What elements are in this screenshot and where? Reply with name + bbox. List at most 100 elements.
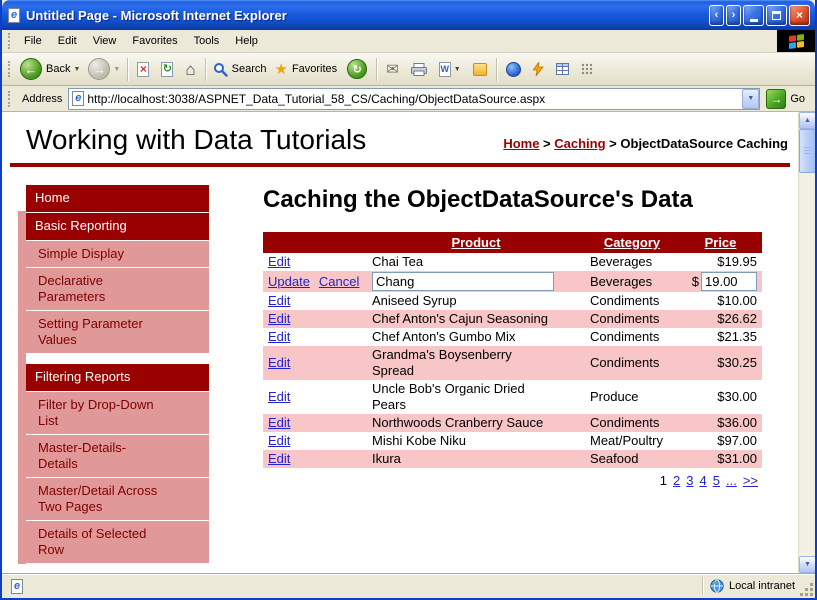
- sort-link-category[interactable]: Category: [604, 235, 660, 250]
- menu-grip[interactable]: [8, 33, 12, 49]
- lightning-icon: [533, 62, 544, 76]
- pager-page-2[interactable]: 2: [673, 473, 680, 488]
- pager-page-3[interactable]: 3: [686, 473, 693, 488]
- product-cell: Mishi Kobe Niku: [367, 432, 585, 450]
- edit-link[interactable]: Edit: [268, 415, 290, 430]
- menu-view[interactable]: View: [85, 31, 125, 51]
- address-grip[interactable]: [8, 91, 12, 107]
- cancel-link[interactable]: Cancel: [319, 274, 359, 289]
- update-link[interactable]: Update: [268, 274, 310, 289]
- home-button[interactable]: ⌂: [179, 61, 201, 78]
- menu-help[interactable]: Help: [227, 31, 266, 51]
- edit-link[interactable]: Edit: [268, 433, 290, 448]
- maximize-icon: [772, 11, 781, 20]
- sidebar-item-setting-parameter-values[interactable]: Setting Parameter Values: [26, 311, 209, 353]
- product-name: Aniseed Syrup: [372, 293, 457, 308]
- refresh-icon: ↻: [161, 62, 173, 77]
- pager-ellipsis[interactable]: ...: [726, 473, 737, 488]
- pager-page-1: 1: [660, 473, 667, 488]
- product-name: Chef Anton's Gumbo Mix: [372, 329, 515, 344]
- print-button[interactable]: [405, 63, 433, 76]
- breadcrumb-home[interactable]: Home: [503, 136, 539, 151]
- menu-edit[interactable]: Edit: [50, 31, 85, 51]
- back-dropdown-icon[interactable]: ▼: [73, 66, 80, 73]
- unit-price-input[interactable]: [701, 272, 757, 291]
- product-cell: Uncle Bob's Organic Dried Pears: [367, 380, 585, 414]
- product-name-input[interactable]: [372, 272, 554, 291]
- action-cell: Edit: [263, 292, 367, 310]
- sort-link-product[interactable]: Product: [451, 235, 500, 250]
- forward-button[interactable]: → ▼: [84, 58, 124, 80]
- sidebar-item-details-of-selected-row[interactable]: Details of Selected Row: [26, 521, 209, 563]
- address-input[interactable]: [84, 90, 742, 108]
- minimize-button[interactable]: [743, 5, 764, 26]
- sidebar-item-declarative-parameters[interactable]: Declarative Parameters: [26, 268, 209, 310]
- refresh-button[interactable]: ↻: [155, 62, 179, 77]
- go-button[interactable]: → Go: [766, 89, 805, 109]
- address-field[interactable]: e ▼: [68, 88, 760, 110]
- scroll-thumb[interactable]: [799, 129, 816, 173]
- status-message-area: [28, 577, 702, 595]
- breadcrumb-caching[interactable]: Caching: [554, 136, 605, 151]
- page-body: HomeBasic ReportingSimple DisplayDeclara…: [2, 167, 798, 564]
- resize-grip[interactable]: [800, 583, 813, 596]
- edit-dropdown-icon[interactable]: ▼: [454, 66, 461, 73]
- edit-link[interactable]: Edit: [268, 389, 290, 404]
- edit-link[interactable]: Edit: [268, 451, 290, 466]
- sidebar-section-home[interactable]: Home: [26, 185, 209, 212]
- addon-button-2[interactable]: [550, 63, 575, 75]
- column-header-category: Category: [585, 232, 679, 253]
- price-cell: $31.00: [679, 450, 762, 468]
- sort-link-price[interactable]: Price: [705, 235, 737, 250]
- sidebar-item-simple-display[interactable]: Simple Display: [26, 241, 209, 267]
- edit-link[interactable]: Edit: [268, 254, 290, 269]
- vertical-scrollbar[interactable]: ▲ ▼: [798, 112, 815, 573]
- menu-file[interactable]: File: [16, 31, 50, 51]
- scroll-up-button[interactable]: ▲: [799, 112, 816, 129]
- addon-button-1[interactable]: [527, 62, 550, 76]
- scroll-down-button[interactable]: ▼: [799, 556, 816, 573]
- menu-tools[interactable]: Tools: [186, 31, 228, 51]
- category-cell: Seafood: [585, 450, 679, 468]
- pager-page-4[interactable]: 4: [700, 473, 707, 488]
- edit-link[interactable]: Edit: [268, 329, 290, 344]
- edit-button[interactable]: W ▼: [433, 62, 467, 77]
- forward-dropdown-icon[interactable]: ▼: [113, 66, 120, 73]
- favorites-button[interactable]: ★ Favorites: [270, 62, 341, 77]
- sidebar-item-master-detail-across-two-pages[interactable]: Master/Detail Across Two Pages: [26, 478, 209, 520]
- edit-link[interactable]: Edit: [268, 293, 290, 308]
- address-dropdown-button[interactable]: ▼: [742, 89, 759, 109]
- window-prev-button[interactable]: ‹: [709, 5, 724, 26]
- column-header-product: Product: [367, 232, 585, 253]
- action-cell: Update Cancel: [263, 271, 367, 292]
- addon-button-3[interactable]: [575, 63, 599, 75]
- history-button[interactable]: ↻: [341, 59, 373, 79]
- close-button[interactable]: ×: [789, 5, 810, 26]
- menu-items: FileEditViewFavoritesToolsHelp: [16, 31, 266, 51]
- messenger-button[interactable]: [500, 62, 527, 77]
- window-title: Untitled Page - Microsoft Internet Explo…: [26, 8, 707, 23]
- maximize-button[interactable]: [766, 5, 787, 26]
- edit-link[interactable]: Edit: [268, 311, 290, 326]
- search-button[interactable]: Search: [209, 62, 271, 77]
- table-row: EditChef Anton's Gumbo MixCondiments$21.…: [263, 328, 762, 346]
- back-button[interactable]: ← Back ▼: [16, 58, 84, 80]
- mail-button[interactable]: ✉: [380, 62, 405, 77]
- breadcrumb-separator: >: [606, 136, 621, 151]
- sidebar-item-master-details-details[interactable]: Master-Details- Details: [26, 435, 209, 477]
- ie-page-icon: e: [8, 8, 20, 23]
- windows-logo: [777, 30, 815, 52]
- toolbar-grip[interactable]: [8, 61, 12, 77]
- stop-button[interactable]: ×: [131, 62, 155, 77]
- product-cell: Ikura: [367, 450, 585, 468]
- go-label: Go: [790, 93, 805, 105]
- window-next-button[interactable]: ›: [726, 5, 741, 26]
- pager-page-5[interactable]: 5: [713, 473, 720, 488]
- sidebar-item-filter-by-drop-down-list[interactable]: Filter by Drop-Down List: [26, 392, 209, 434]
- menu-favorites[interactable]: Favorites: [124, 31, 185, 51]
- title-bar[interactable]: e Untitled Page - Microsoft Internet Exp…: [2, 0, 815, 30]
- edit-link[interactable]: Edit: [268, 355, 290, 370]
- category-cell: Beverages: [585, 271, 679, 292]
- pager-next[interactable]: >>: [743, 473, 758, 488]
- discuss-button[interactable]: [467, 63, 493, 76]
